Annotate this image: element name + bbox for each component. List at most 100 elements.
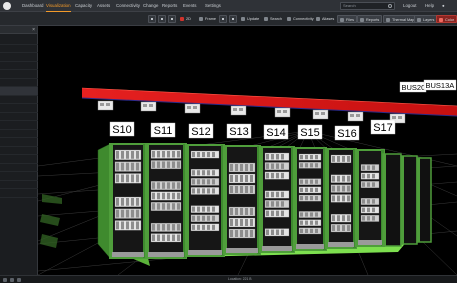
rack-device[interactable]	[150, 160, 182, 170]
tap-off-box[interactable]	[97, 100, 114, 111]
filter-icon[interactable]	[17, 278, 21, 282]
tree-row[interactable]	[0, 104, 38, 113]
busway[interactable]	[81, 87, 457, 124]
update-button[interactable]: Update	[239, 15, 261, 23]
home-icon[interactable]	[168, 15, 176, 23]
rack-device[interactable]	[190, 205, 220, 213]
rack-device[interactable]	[360, 164, 380, 172]
rack-device[interactable]	[150, 222, 182, 232]
rack-scene[interactable]: S10 S11 S12 S13 S14 S15 S16 S17 BUS20 BUS13A	[38, 26, 457, 275]
nav-connectivity[interactable]: Connectivity	[116, 2, 140, 10]
reports-dropdown[interactable]: Reports	[357, 15, 383, 23]
rack-device[interactable]	[330, 154, 352, 164]
rack-label-s17[interactable]: S17	[370, 119, 396, 135]
rack-device[interactable]	[330, 194, 352, 203]
rack[interactable]	[145, 143, 187, 259]
rack-device[interactable]	[298, 153, 322, 161]
rack-device[interactable]	[150, 191, 182, 201]
rack-device[interactable]	[330, 214, 352, 223]
rack-device[interactable]	[190, 223, 220, 232]
rack-label-s11[interactable]: S11	[150, 122, 176, 138]
tap-off-box[interactable]	[230, 105, 247, 116]
grid-icon[interactable]	[10, 278, 14, 282]
zoom-in-icon[interactable]	[219, 15, 227, 23]
search-button[interactable]: Search	[262, 15, 284, 23]
refresh-icon[interactable]	[158, 15, 166, 23]
rack-device[interactable]	[190, 150, 220, 159]
nav-assets[interactable]: Assets	[97, 2, 110, 10]
tree-row[interactable]	[0, 113, 38, 121]
rack-device[interactable]	[298, 227, 322, 235]
rack[interactable]	[325, 148, 357, 249]
tree-row[interactable]	[0, 45, 38, 53]
rack-device[interactable]	[150, 181, 182, 190]
nav-capacity[interactable]: Capacity	[75, 2, 92, 10]
tap-off-box[interactable]	[140, 101, 157, 112]
rack-device[interactable]	[264, 152, 290, 161]
tree-row[interactable]	[0, 172, 38, 181]
rack-label-s10[interactable]: S10	[109, 121, 135, 137]
rack-label-s14[interactable]: S14	[263, 124, 289, 140]
rack-device[interactable]	[150, 233, 182, 243]
rack-label-s15[interactable]: S15	[297, 124, 323, 140]
3d-viewport[interactable]: S10 S11 S12 S13 S14 S15 S16 S17 BUS20 BUS13A	[38, 26, 457, 275]
rack-device[interactable]	[114, 208, 142, 219]
connectivity-button[interactable]: Connectivity	[285, 15, 316, 23]
color-dropdown[interactable]: Color	[436, 15, 457, 23]
tree-row[interactable]	[0, 36, 38, 45]
tree-row[interactable]	[0, 121, 38, 130]
nav-dashboard[interactable]: Dashboard	[22, 2, 43, 10]
app-logo[interactable]	[3, 2, 11, 10]
rack[interactable]	[223, 145, 261, 255]
tree-row[interactable]	[0, 147, 38, 155]
rack-device[interactable]	[150, 149, 182, 159]
rack[interactable]	[185, 144, 225, 257]
rack-device[interactable]	[114, 149, 142, 160]
nav-visualization[interactable]: Visualization	[46, 2, 71, 12]
tap-off-box[interactable]	[312, 109, 329, 120]
rack-device[interactable]	[190, 169, 220, 177]
rack-device[interactable]	[228, 173, 256, 184]
toggle-2d-button[interactable]: 2D	[178, 15, 193, 23]
rack-device[interactable]	[190, 214, 220, 222]
rack[interactable]	[355, 149, 385, 247]
rack-device[interactable]	[298, 211, 322, 218]
list-icon[interactable]	[3, 278, 7, 282]
layers-dropdown[interactable]: Layers	[414, 15, 438, 23]
tree-row[interactable]	[0, 130, 38, 138]
zoom-out-icon[interactable]	[229, 15, 237, 23]
frame-button[interactable]: Frame	[197, 15, 218, 23]
tap-off-box[interactable]	[184, 103, 201, 114]
rack-device[interactable]	[228, 206, 256, 217]
logout-link[interactable]: Logout	[403, 2, 416, 10]
tap-off-box[interactable]	[347, 111, 364, 122]
rack-device[interactable]	[228, 228, 256, 239]
rack-device[interactable]	[190, 178, 220, 186]
rack-device[interactable]	[360, 181, 380, 188]
rack-device[interactable]	[330, 223, 352, 233]
rack-device[interactable]	[114, 220, 142, 231]
rack-device[interactable]	[264, 209, 290, 218]
tree-row[interactable]	[0, 87, 38, 96]
close-panel-icon[interactable]: ×	[32, 27, 35, 33]
rack-device[interactable]	[360, 206, 380, 214]
rack-device[interactable]	[228, 162, 256, 173]
rack-device[interactable]	[114, 196, 142, 207]
rack-device[interactable]	[298, 219, 322, 226]
nav-events[interactable]: Events	[183, 2, 196, 10]
nav-reports[interactable]: Reports	[162, 2, 177, 10]
rack-device[interactable]	[330, 184, 352, 193]
tree-row[interactable]	[0, 189, 38, 198]
rack-device[interactable]	[114, 161, 142, 172]
nav-change[interactable]: Change	[143, 2, 158, 10]
rack-device[interactable]	[298, 178, 322, 185]
rack-device[interactable]	[264, 171, 290, 180]
tree-row[interactable]	[0, 96, 38, 104]
bus-label-bus20[interactable]: BUS20	[399, 81, 427, 93]
help-menu[interactable]: Help	[425, 2, 434, 10]
rack[interactable]	[259, 146, 295, 253]
rack-device[interactable]	[360, 214, 380, 222]
rack[interactable]	[293, 147, 327, 251]
tap-off-box[interactable]	[274, 107, 291, 118]
rack[interactable]	[97, 143, 147, 259]
